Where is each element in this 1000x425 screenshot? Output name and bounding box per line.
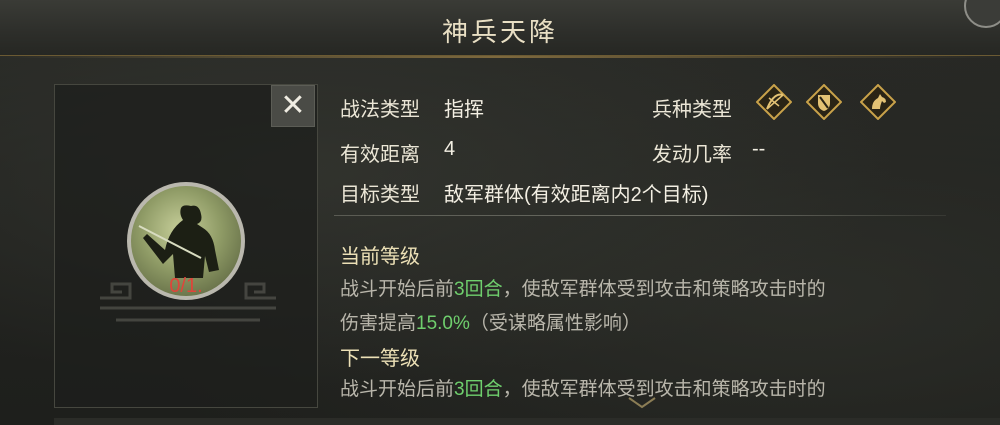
current-level-desc-line1: 战斗开始后前3回合，使敌军群体受到攻击和策略攻击时的 <box>340 274 826 301</box>
current-level-title: 当前等级 <box>340 246 420 268</box>
desc-highlight: 3回合 <box>454 379 503 400</box>
desc-text: 战斗开始后前 <box>340 279 455 300</box>
page-title: 神兵天降 <box>441 18 558 48</box>
skill-avatar[interactable]: 0/1. <box>127 182 245 300</box>
scroll-down-chevron-icon[interactable] <box>627 396 657 410</box>
target-type-value: 敌军群体(有效距离内2个目标) <box>444 184 709 206</box>
desc-text: ，使敌军群体受到攻击和策略攻击时的 <box>502 379 826 400</box>
range-label: 有效距离 <box>340 144 420 166</box>
target-type-label: 目标类型 <box>340 184 420 206</box>
desc-text: （受谋略属性影响） <box>469 313 641 334</box>
archer-icon[interactable] <box>756 84 792 120</box>
desc-text: ，使敌军群体受到攻击和策略攻击时的 <box>502 279 826 300</box>
skill-detail-panel: 神兵天降 0/1. ✕ 战法类型 指挥 有效距离 4 目标类型 敌军群体(有效距… <box>0 0 1000 425</box>
trigger-rate-value: -- <box>752 138 766 160</box>
desc-highlight: 3回合 <box>454 279 503 300</box>
desc-text: 战斗开始后前 <box>340 379 455 400</box>
tactic-type-value: 指挥 <box>444 99 484 121</box>
divider <box>334 215 946 216</box>
next-level-title: 下一等级 <box>340 348 420 370</box>
desc-highlight: 15.0% <box>416 313 470 334</box>
skill-level-text: 0/1. <box>169 275 203 297</box>
troop-type-label: 兵种类型 <box>652 99 732 121</box>
bottom-strip <box>54 418 1000 425</box>
next-level-desc-line1: 战斗开始后前3回合，使敌军群体受到攻击和策略攻击时的 <box>340 374 826 401</box>
desc-text: 伤害提高 <box>340 313 417 334</box>
close-button[interactable]: ✕ <box>271 85 315 127</box>
tactic-type-label: 战法类型 <box>340 99 420 121</box>
range-value: 4 <box>444 138 456 160</box>
title-bar: 神兵天降 <box>0 0 1000 58</box>
shield-icon[interactable] <box>806 84 842 120</box>
current-level-desc-line2: 伤害提高15.0%（受谋略属性影响） <box>340 308 641 335</box>
cavalry-icon[interactable] <box>860 84 896 120</box>
trigger-rate-label: 发动几率 <box>652 144 732 166</box>
